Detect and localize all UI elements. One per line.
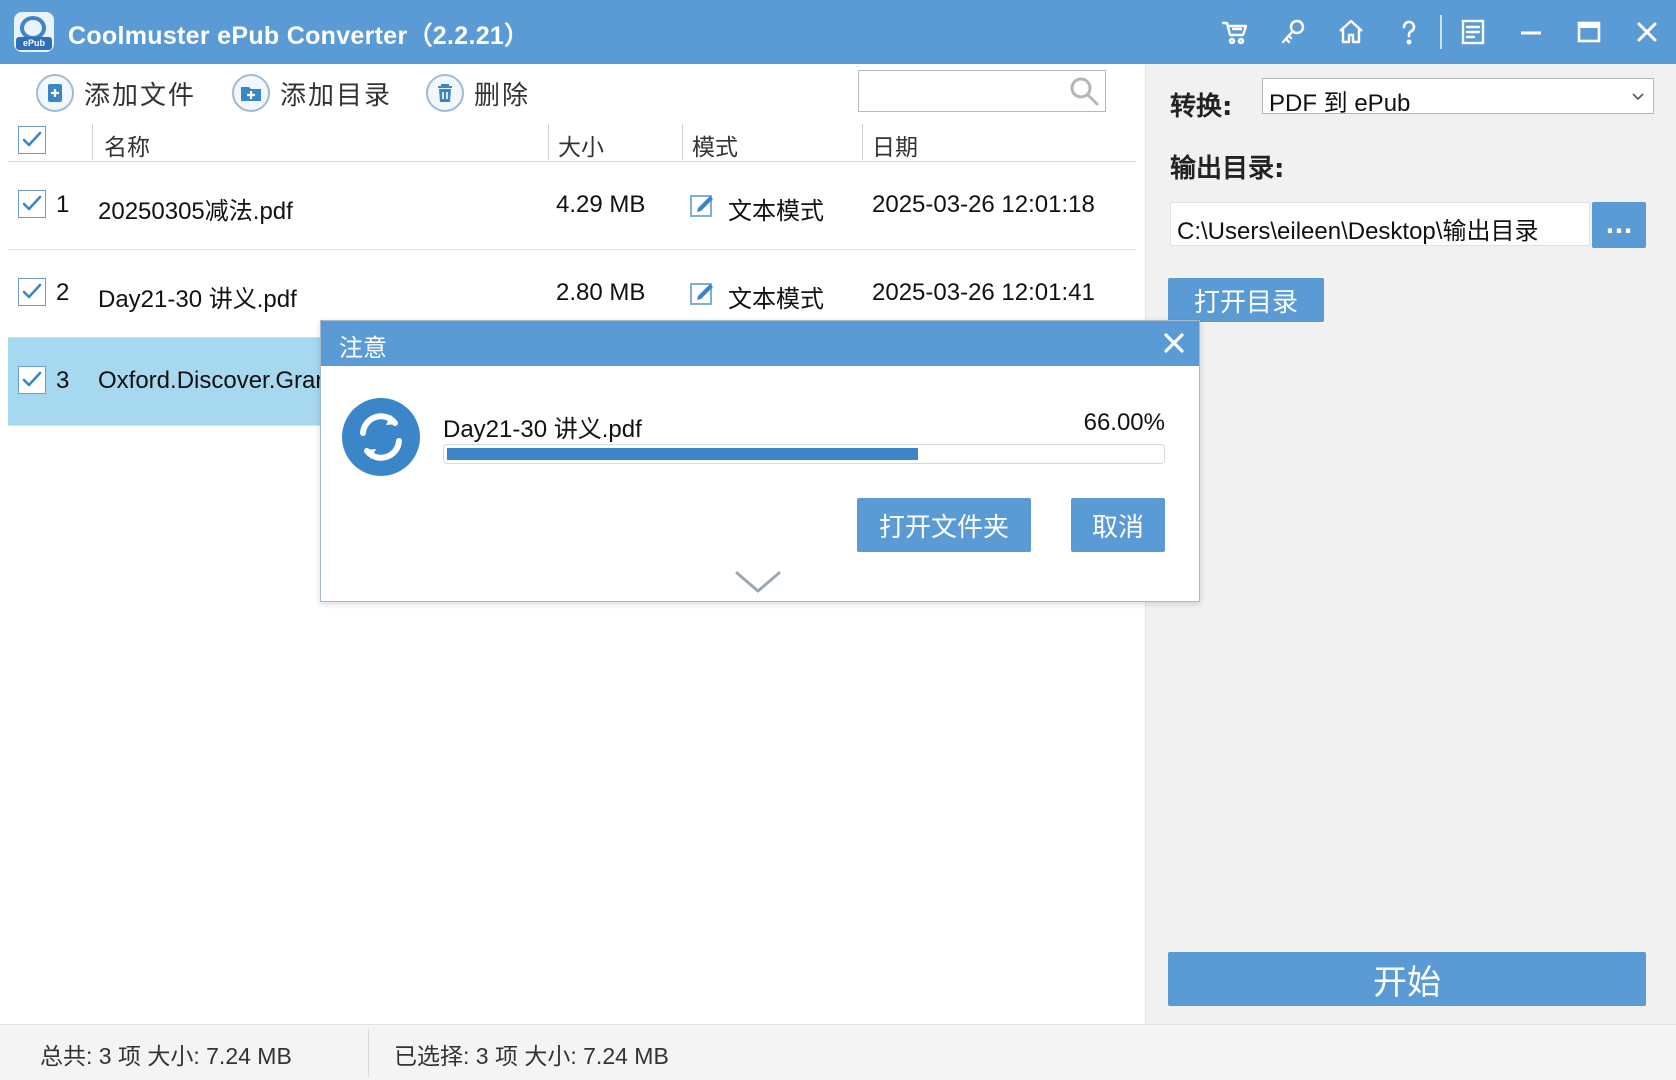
toolbar: 添加文件 添加目录 删除 bbox=[0, 64, 1145, 120]
output-path-field[interactable]: C:\Users\eileen\Desktop\输出目录 bbox=[1170, 202, 1590, 246]
output-path-value: C:\Users\eileen\Desktop\输出目录 bbox=[1177, 218, 1539, 245]
add-folder-button[interactable]: 添加目录 bbox=[232, 70, 392, 116]
key-icon[interactable] bbox=[1264, 0, 1322, 64]
conversion-mode[interactable]: 文本模式 bbox=[728, 279, 824, 314]
file-date: 2025-03-26 12:01:41 bbox=[872, 279, 1095, 306]
dialog-close-icon[interactable] bbox=[1161, 330, 1187, 356]
column-header-name[interactable]: 名称 bbox=[104, 128, 150, 162]
add-file-button[interactable]: 添加文件 bbox=[36, 70, 196, 116]
row-checkbox[interactable] bbox=[18, 278, 46, 306]
settings-panel: 转换: PDF 到 ePub 输出目录: C:\Users\eileen\Des… bbox=[1146, 64, 1676, 1024]
table-header: 名称 大小 模式 日期 bbox=[8, 120, 1136, 162]
app-title: Coolmuster ePub Converter（2.2.21） bbox=[68, 22, 530, 50]
converting-icon bbox=[342, 398, 420, 476]
convert-type-select[interactable]: PDF 到 ePub bbox=[1262, 78, 1654, 117]
progress-bar-fill bbox=[447, 448, 919, 460]
row-checkbox[interactable] bbox=[18, 190, 46, 218]
progress-bar bbox=[443, 444, 1165, 464]
status-selected: 已选择: 3 项 大小: 7.24 MB bbox=[394, 1043, 669, 1069]
cancel-button[interactable]: 取消 bbox=[1071, 498, 1165, 552]
help-icon[interactable] bbox=[1380, 0, 1438, 64]
close-icon[interactable] bbox=[1618, 0, 1676, 64]
minimize-icon[interactable] bbox=[1502, 0, 1560, 64]
maximize-icon[interactable] bbox=[1560, 0, 1618, 64]
table-row[interactable]: 1 20250305减法.pdf 4.29 MB 文本模式 2025-03-26… bbox=[8, 162, 1136, 250]
open-directory-button[interactable]: 打开目录 bbox=[1168, 278, 1324, 322]
dialog-title-bar: 注意 bbox=[321, 321, 1199, 366]
delete-button[interactable]: 删除 bbox=[426, 70, 530, 116]
column-header-date[interactable]: 日期 bbox=[872, 128, 918, 162]
chevron-down-icon bbox=[1632, 93, 1644, 101]
status-total: 总共: 3 项 大小: 7.24 MB bbox=[40, 1043, 292, 1069]
status-bar: 总共: 3 项 大小: 7.24 MB 已选择: 3 项 大小: 7.24 MB bbox=[0, 1024, 1676, 1080]
row-checkbox[interactable] bbox=[18, 366, 46, 394]
edit-mode-icon[interactable] bbox=[688, 190, 718, 220]
search-input[interactable] bbox=[859, 71, 1059, 109]
start-button[interactable]: 开始 bbox=[1168, 952, 1646, 1006]
home-icon[interactable] bbox=[1322, 0, 1380, 64]
search-box bbox=[858, 70, 1106, 112]
add-folder-icon bbox=[232, 74, 270, 112]
row-index: 1 bbox=[56, 191, 70, 218]
column-header-size[interactable]: 大小 bbox=[558, 128, 604, 162]
output-dir-label: 输出目录: bbox=[1170, 154, 1285, 184]
file-size: 4.29 MB bbox=[556, 191, 646, 218]
file-name: Oxford.Discover.Gran bbox=[98, 367, 329, 394]
dialog-title: 注意 bbox=[339, 334, 387, 362]
titlebar-divider bbox=[1440, 15, 1442, 49]
progress-dialog: 注意 Day21-30 讲义.pdf 66.00% 打开文件夹 取消 bbox=[320, 320, 1200, 602]
column-header-mode[interactable]: 模式 bbox=[692, 128, 738, 162]
convert-type-value: PDF 到 ePub bbox=[1269, 90, 1411, 117]
feedback-icon[interactable] bbox=[1444, 0, 1502, 64]
open-folder-button[interactable]: 打开文件夹 bbox=[857, 498, 1031, 552]
browse-button[interactable]: ... bbox=[1592, 202, 1646, 248]
select-all-checkbox[interactable] bbox=[18, 126, 46, 154]
conversion-mode[interactable]: 文本模式 bbox=[728, 191, 824, 226]
expand-chevron-icon[interactable] bbox=[733, 569, 783, 595]
file-name: 20250305减法.pdf bbox=[98, 198, 293, 225]
cart-icon[interactable] bbox=[1206, 0, 1264, 64]
file-date: 2025-03-26 12:01:18 bbox=[872, 191, 1095, 218]
dialog-progress-percent: 66.00% bbox=[1083, 409, 1165, 436]
file-size: 2.80 MB bbox=[556, 279, 646, 306]
row-index: 2 bbox=[56, 279, 70, 306]
file-name: Day21-30 讲义.pdf bbox=[98, 286, 297, 313]
edit-mode-icon[interactable] bbox=[688, 278, 718, 308]
convert-label: 转换: bbox=[1170, 92, 1233, 122]
trash-icon bbox=[426, 74, 464, 112]
add-file-icon bbox=[36, 74, 74, 112]
dialog-file-name: Day21-30 讲义.pdf bbox=[443, 416, 642, 443]
row-index: 3 bbox=[56, 367, 70, 394]
app-logo-icon: ePub bbox=[14, 12, 54, 52]
search-icon[interactable] bbox=[1067, 74, 1101, 108]
title-bar: ePub Coolmuster ePub Converter（2.2.21） bbox=[0, 0, 1676, 64]
